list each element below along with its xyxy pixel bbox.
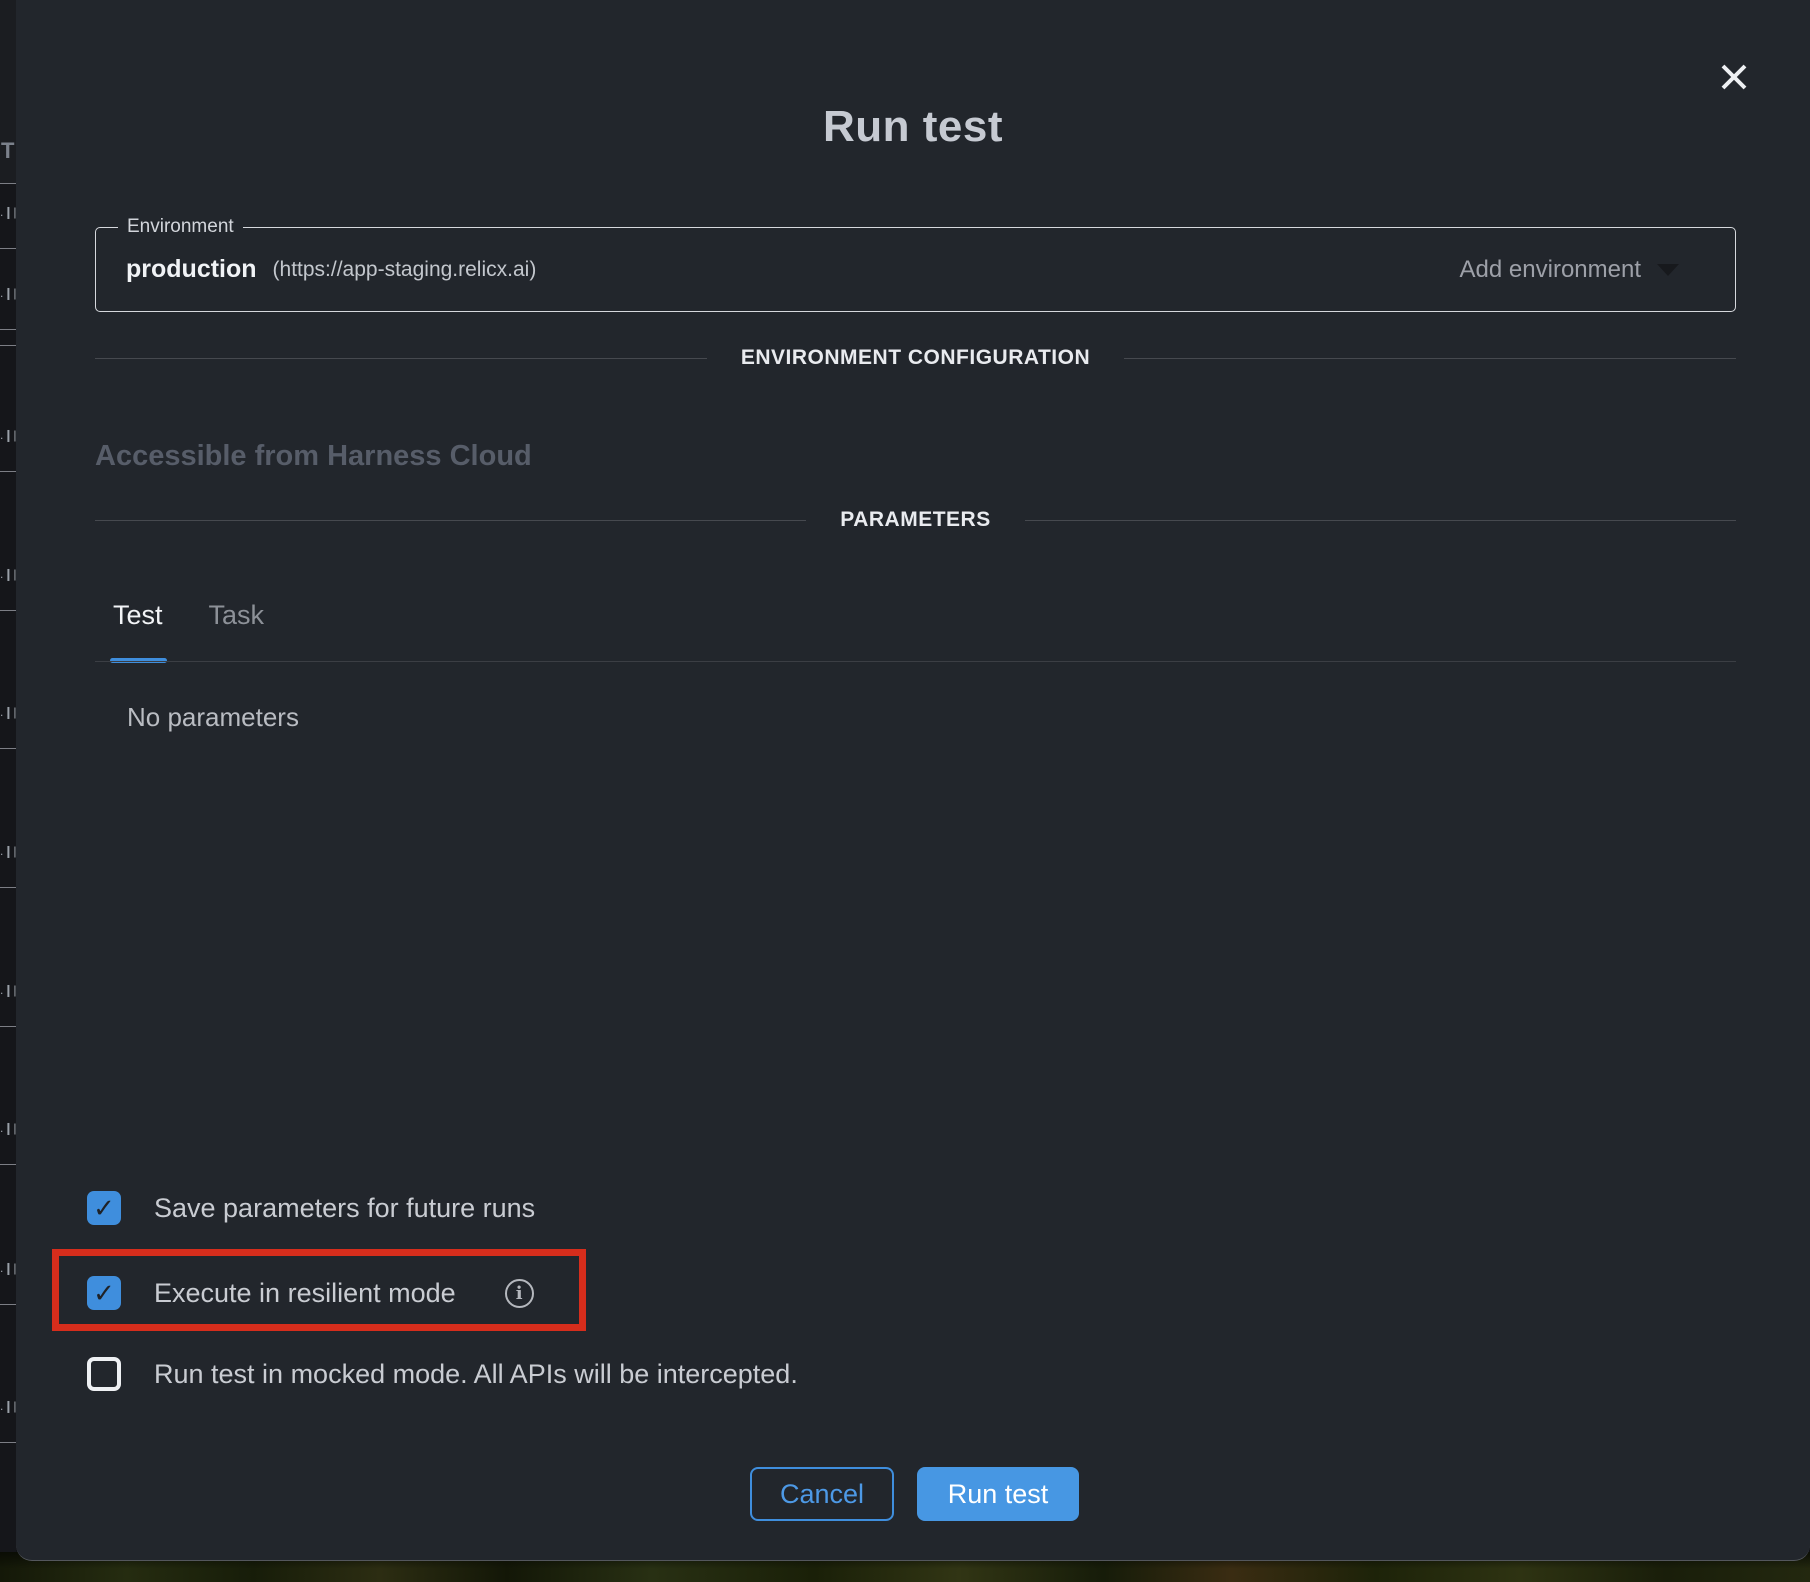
parameters-empty-state: No parameters [127,702,299,733]
environment-name: production [126,255,257,284]
environment-select[interactable]: Environment production (https://app-stag… [95,227,1736,312]
environment-url: (https://app-staging.relicx.ai) [273,258,537,282]
section-title: ENVIRONMENT CONFIGURATION [741,346,1090,370]
tabs-divider [95,661,1736,662]
checkbox-label: Save parameters for future runs [154,1193,535,1224]
close-icon[interactable] [1714,57,1754,97]
tab-task[interactable]: Task [209,600,265,631]
checkbox-resilient-mode[interactable]: ✓ Execute in resilient mode i [87,1275,534,1311]
chevron-down-icon [1657,264,1679,276]
checkmark-icon: ✓ [93,1195,115,1221]
checkbox-label: Execute in resilient mode [154,1278,456,1309]
divider-line [95,358,707,359]
divider-line [1025,520,1736,521]
divider-line [1124,358,1736,359]
section-title: PARAMETERS [840,508,990,532]
checkbox-checked-icon[interactable]: ✓ [87,1276,121,1310]
section-parameters: PARAMETERS [95,508,1736,532]
checkmark-icon: ✓ [93,1280,115,1306]
add-environment-button[interactable]: Add environment [1460,256,1641,284]
tab-test[interactable]: Test [113,600,163,631]
modal-title: Run test [16,102,1810,152]
run-test-button[interactable]: Run test [917,1467,1079,1521]
environment-legend: Environment [118,216,243,238]
screen: T .❙|(.❙|(.❙|(.❙|(.❙|(.❙|(.❙|(.❙|(.❙|(.❙… [0,0,1810,1582]
checkbox-save-parameters[interactable]: ✓ Save parameters for future runs [87,1190,535,1226]
parameters-tabs: Test Task [113,600,264,631]
section-environment-configuration: ENVIRONMENT CONFIGURATION [95,346,1736,370]
accessibility-note: Accessible from Harness Cloud [95,440,532,473]
checkbox-label: Run test in mocked mode. All APIs will b… [154,1359,798,1390]
cancel-button[interactable]: Cancel [750,1467,894,1521]
checkbox-checked-icon[interactable]: ✓ [87,1191,121,1225]
info-icon[interactable]: i [505,1279,534,1308]
checkbox-mocked-mode[interactable]: Run test in mocked mode. All APIs will b… [87,1356,798,1392]
divider-line [95,520,806,521]
checkbox-unchecked-icon[interactable] [87,1357,121,1391]
